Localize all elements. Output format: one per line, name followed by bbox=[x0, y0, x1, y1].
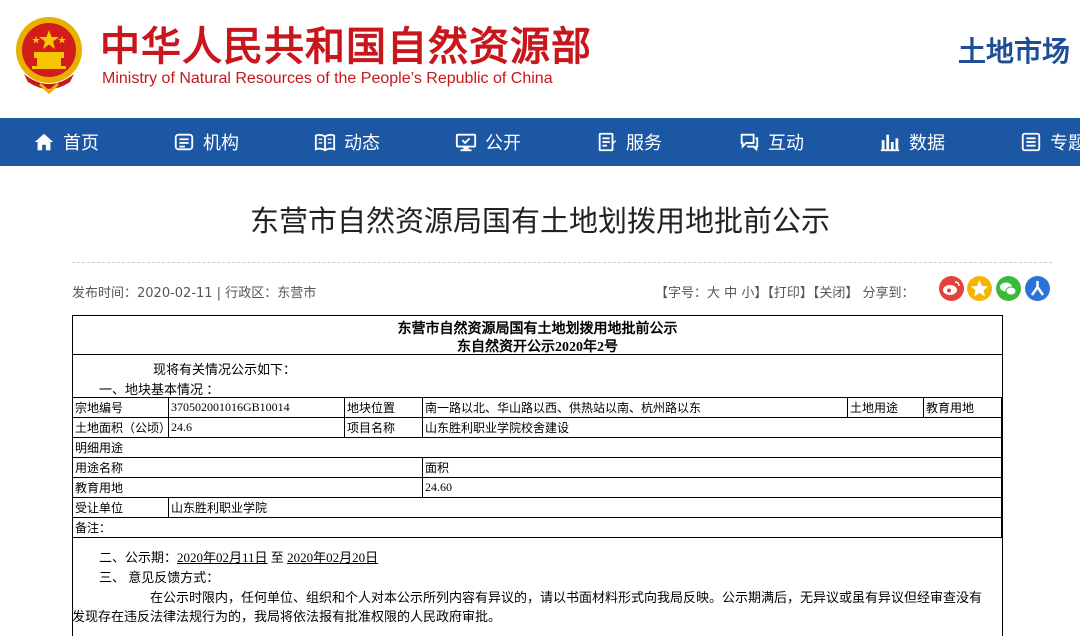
nav-item-interact[interactable]: 互动 bbox=[738, 118, 804, 166]
site-title-cn: 中华人民共和国自然资源部 bbox=[100, 24, 592, 70]
section-title: 土地市场 bbox=[958, 35, 1071, 68]
nav-item-label: 互动 bbox=[768, 133, 804, 154]
nav-item-label: 首页 bbox=[63, 133, 99, 154]
table-cell: 面积 bbox=[422, 457, 1002, 478]
wechat-icon[interactable] bbox=[996, 276, 1021, 301]
document-heading: 东营市自然资源局国有土地划拨用地批前公示 bbox=[397, 322, 678, 337]
nav-item-public[interactable]: 公开 bbox=[455, 118, 521, 166]
nav-item-label: 机构 bbox=[203, 133, 239, 154]
document-number: 东自然资开公示2020年2号 bbox=[457, 340, 618, 355]
table-cell: 宗地编号 bbox=[72, 397, 169, 418]
document-divider bbox=[73, 354, 1002, 355]
table-row: 明细用途 bbox=[72, 437, 1002, 458]
land-info-table: 宗地编号 370502001016GB10014 地块位置 南一路以北、华山路以… bbox=[72, 397, 1002, 538]
table-cell: 项目名称 bbox=[344, 417, 423, 438]
table-cell: 备注： bbox=[72, 517, 1002, 538]
nav-item-news[interactable]: 动态 bbox=[314, 118, 380, 166]
table-cell: 山东胜利职业学院 bbox=[168, 497, 1002, 518]
site-header: 中华人民共和国自然资源部 Ministry of Natural Resourc… bbox=[0, 0, 1080, 118]
table-row: 用途名称 面积 bbox=[72, 457, 1002, 478]
nav-item-label: 动态 bbox=[344, 133, 380, 154]
table-row: 宗地编号 370502001016GB10014 地块位置 南一路以北、华山路以… bbox=[72, 397, 1002, 418]
nav-item-home[interactable]: 首页 bbox=[33, 118, 99, 166]
table-cell: 教育用地 bbox=[72, 477, 423, 498]
close-link[interactable]: 【关闭】 bbox=[813, 286, 859, 301]
divider bbox=[72, 262, 1052, 263]
chart-icon bbox=[880, 134, 900, 152]
national-emblem-icon bbox=[10, 12, 88, 95]
table-row: 土地面积（公顷） 24.6 项目名称 山东胜利职业学院校舍建设 bbox=[72, 417, 1002, 438]
period-end: 2020年02月20日 bbox=[287, 550, 379, 565]
table-cell: 地块位置 bbox=[344, 397, 423, 418]
table-cell: 24.6 bbox=[168, 417, 345, 438]
nav-item-data[interactable]: 数据 bbox=[879, 118, 945, 166]
nav-item-label: 数据 bbox=[909, 133, 945, 154]
table-cell: 土地用途 bbox=[847, 397, 924, 418]
font-size-large[interactable]: 大 bbox=[707, 286, 720, 301]
period-to: 至 bbox=[270, 550, 284, 565]
font-size-close: 】 bbox=[754, 286, 768, 301]
feedback-paragraph-line1: 在公示时限内，任何单位、组织和个人对本公示所列内容有异议的，请以书面材料形式向我… bbox=[150, 590, 983, 605]
table-cell: 教育用地 bbox=[923, 397, 1002, 418]
topic-icon bbox=[1021, 132, 1041, 152]
table-cell: 370502001016GB10014 bbox=[168, 397, 345, 418]
font-size-small[interactable]: 小 bbox=[741, 286, 754, 301]
org-icon bbox=[174, 133, 194, 151]
period-start: 2020年02月11日 bbox=[177, 550, 268, 565]
nav-item-org[interactable]: 机构 bbox=[173, 118, 239, 166]
article-meta: 发布时间：2020-02-11 | 行政区：东营市 bbox=[72, 286, 317, 301]
table-cell: 24.60 bbox=[422, 477, 1002, 498]
home-icon bbox=[34, 133, 54, 151]
print-link[interactable]: 【打印】 bbox=[767, 286, 813, 301]
feedback-paragraph-line2: 发现存在违反法律法规行为的，我局将依法报有批准权限的人民政府审批。 bbox=[72, 609, 502, 624]
nav-item-label: 专题 bbox=[1050, 133, 1080, 154]
document-intro: 现将有关情况公示如下： bbox=[153, 362, 297, 377]
section-2-label: 二、公示期： bbox=[99, 550, 178, 565]
monitor-icon bbox=[455, 133, 477, 152]
table-row: 备注： bbox=[72, 517, 1002, 538]
font-size-medium[interactable]: 中 bbox=[724, 286, 737, 301]
nav-item-label: 公开 bbox=[485, 133, 521, 154]
table-cell: 用途名称 bbox=[72, 457, 423, 478]
section-3-title: 三、 意见反馈方式： bbox=[99, 570, 220, 585]
publicity-period: 二、公示期：2020年02月11日 至 2020年02月20日 bbox=[99, 547, 378, 566]
table-row: 受让单位 山东胜利职业学院 bbox=[72, 497, 1002, 518]
article-title: 东营市自然资源局国有土地划拨用地批前公示 bbox=[249, 204, 830, 238]
table-cell: 明细用途 bbox=[72, 437, 1002, 458]
main-nav: 首页 机构 动态 公开 服务 互动 数据 专题 bbox=[0, 118, 1080, 166]
table-cell: 南一路以北、华山路以西、供热站以南、杭州路以东 bbox=[422, 397, 848, 418]
table-cell: 山东胜利职业学院校舍建设 bbox=[422, 417, 1002, 438]
qzone-star-icon[interactable] bbox=[967, 276, 992, 301]
nav-item-service[interactable]: 服务 bbox=[596, 118, 662, 166]
nav-item-label: 服务 bbox=[626, 133, 662, 154]
renren-icon[interactable] bbox=[1025, 276, 1050, 301]
weibo-icon[interactable] bbox=[939, 276, 964, 301]
news-icon bbox=[314, 133, 336, 152]
site-title-en: Ministry of Natural Resources of the Peo… bbox=[102, 70, 553, 87]
table-cell: 土地面积（公顷） bbox=[72, 417, 169, 438]
section-1-title: 一、地块基本情况 ： bbox=[99, 382, 220, 397]
font-size-label: 【字号： bbox=[655, 286, 708, 301]
chat-icon bbox=[740, 133, 759, 152]
share-label: 分享到： bbox=[862, 286, 915, 301]
table-row: 教育用地 24.60 bbox=[72, 477, 1002, 498]
service-icon bbox=[598, 132, 617, 152]
table-cell: 受让单位 bbox=[72, 497, 169, 518]
article-tools: 【字号：大 中 小】【打印】【关闭】 分享到： bbox=[655, 282, 915, 301]
nav-item-topic[interactable]: 专题 bbox=[1020, 118, 1080, 166]
